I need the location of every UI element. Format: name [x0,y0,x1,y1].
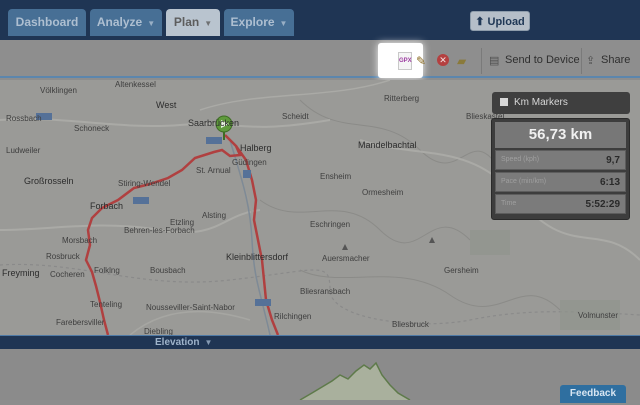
place-label: Diebling [144,327,173,335]
chevron-down-icon: ▼ [204,19,213,28]
place-label: Schoneck [74,124,110,133]
route-line [234,145,280,335]
share-icon: ⇪ [586,55,596,67]
place-label: Cocheren [50,270,85,279]
place-label: St. Arnual [196,166,231,175]
chevron-down-icon: ▼ [204,338,213,347]
place-label: Behren-les-Forbach [124,226,195,235]
place-label: Ritterberg [384,94,420,103]
place-label: Bousbach [150,266,186,275]
place-label: Rilchingen [274,312,312,321]
road-shield-icon [206,137,222,144]
place-label: Rosbruck [46,252,80,261]
road-shield-icon [243,170,251,178]
place-label: Großrosseln [24,176,74,186]
place-label: Bliesransbach [300,287,351,296]
peak-icon [429,237,435,243]
place-label: Freyming [2,268,40,278]
place-label: Völklingen [40,86,77,95]
stat-row-time[interactable]: Time 5:52:29 [495,194,626,214]
elevation-chart[interactable] [0,349,640,401]
place-label: Kleinblittersdorf [226,252,289,262]
place-label: Ludweiler [6,146,41,155]
toolbar-divider [581,48,582,74]
place-label: Ensheim [320,172,352,181]
feedback-button[interactable]: Feedback [560,385,626,403]
place-label: Halberg [240,143,272,153]
gpx-file-icon[interactable]: GPX [398,52,412,70]
share-button[interactable]: Share [601,54,630,66]
elevation-profile [299,361,411,401]
delete-icon[interactable]: ✕ [437,54,449,66]
chevron-down-icon: ▼ [279,19,288,28]
tab-plan[interactable]: Plan ▼ [166,9,220,36]
place-label: Auersmacher [322,254,370,263]
place-label: Rossbach [6,114,42,123]
place-label: Bliesbruck [392,320,429,329]
route-stats-panel: 56,73 km Speed (kph) 9,7 Pace (min/km) 6… [491,118,630,220]
place-label: Saarbrücken [188,118,240,128]
toolbar-divider [481,48,482,74]
place-label: West [156,100,177,110]
place-label: Farebersviller [56,318,105,327]
chevron-down-icon: ▼ [147,19,156,28]
peak-icon [342,244,348,250]
place-label: Eschringen [310,220,351,229]
place-label: Forbach [90,201,124,211]
place-label: Altenkessel [115,80,156,89]
device-icon: ▤ [489,55,500,67]
place-label: Nousseviller-Saint-Nabor [146,303,235,312]
upload-button[interactable]: ⬆ Upload [470,11,530,31]
place-label: Tenteling [90,300,123,309]
total-distance: 56,73 km [495,122,626,148]
stat-row-pace[interactable]: Pace (min/km) 6:13 [495,172,626,192]
place-label: Ormesheim [362,188,404,197]
place-label: Morsbach [62,236,98,245]
tab-dashboard[interactable]: Dashboard [8,9,86,36]
lock-icon[interactable]: ▰ [457,54,466,68]
stat-row-speed[interactable]: Speed (kph) 9,7 [495,150,626,170]
place-label: Gersheim [444,266,479,275]
place-label: Folklng [94,266,120,275]
place-label: Volmunster [578,311,619,320]
place-label: Scheidt [282,112,309,121]
km-markers-toggle[interactable]: Km Markers [492,92,630,114]
place-label: Mandelbachtal [358,140,417,150]
place-label: Güdingen [232,158,267,167]
upload-arrow-icon: ⬆ [475,16,485,28]
tab-explore[interactable]: Explore ▼ [224,9,294,36]
road-shield-icon [133,197,149,204]
checkbox-icon[interactable] [500,98,508,106]
elevation-toggle[interactable]: Elevation ▼ [0,335,640,349]
tab-analyze[interactable]: Analyze ▼ [90,9,162,36]
top-nav: Dashboard Analyze ▼ Plan ▼ Explore ▼ ⬆ Uplo… [0,0,640,40]
place-label: Alsting [202,211,227,220]
road-shield-icon [255,299,271,306]
send-to-device-button[interactable]: Send to Device [505,54,580,66]
pencil-icon[interactable]: ✎ [416,54,426,68]
place-label: Stiring-Wendel [118,179,171,188]
